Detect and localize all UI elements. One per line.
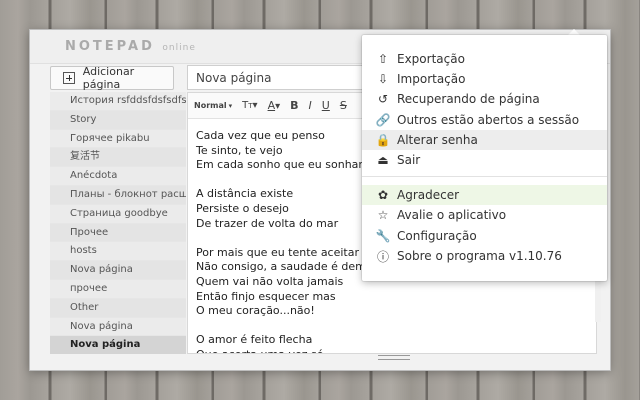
menu-item-lock[interactable]: 🔒 Alterar senha bbox=[362, 130, 607, 150]
sidebar-item[interactable]: Story bbox=[50, 110, 186, 130]
exit-icon: ⏏ bbox=[377, 153, 389, 167]
menu-item-label: Importação bbox=[397, 72, 466, 86]
sidebar-item[interactable]: История rsfddsfdsfsdfsdfsdf bbox=[50, 92, 186, 111]
menu-item-export[interactable]: ⇧ Exportação bbox=[362, 49, 607, 69]
page-title-value: Nova página bbox=[196, 70, 272, 85]
chevron-down-icon: ▾ bbox=[228, 101, 233, 110]
menu-item-label: Recuperando de página bbox=[397, 92, 540, 106]
add-page-icon bbox=[63, 72, 75, 84]
wrench-icon: 🔧 bbox=[375, 229, 391, 243]
underline-icon[interactable]: U bbox=[322, 99, 330, 112]
sidebar-item[interactable]: Горячее pikabu bbox=[50, 129, 186, 149]
logo-main-text: NOTEPAD bbox=[65, 39, 155, 54]
page-list: История rsfddsfdsfsdfsdfsdfStoryГорячее … bbox=[50, 92, 186, 354]
dropdown-menu: ⇧ Exportação ⇩ Importação ↺ Recuperando de pá… bbox=[362, 35, 607, 281]
add-page-label: Adicionar página bbox=[82, 65, 135, 91]
star-icon: ☆ bbox=[377, 208, 389, 222]
menu-separator bbox=[362, 176, 607, 177]
sidebar-item[interactable]: Anécdota bbox=[50, 167, 186, 186]
menu-item-label: Alterar senha bbox=[397, 133, 478, 147]
editor-line: O meu coração...não! bbox=[196, 304, 315, 318]
add-page-button[interactable]: Adicionar página bbox=[50, 65, 174, 91]
info-icon: ⓘ bbox=[376, 249, 389, 264]
sidebar-item[interactable]: 复活节 bbox=[50, 148, 186, 168]
menu-item-wrench[interactable]: 🔧 Configuração bbox=[362, 226, 607, 246]
sidebar-item[interactable]: Nova página bbox=[50, 336, 186, 354]
menu-item-import[interactable]: ⇩ Importação bbox=[362, 69, 607, 89]
menu-item-label: Configuração bbox=[397, 229, 477, 243]
menu-item-history[interactable]: ↺ Recuperando de página bbox=[362, 89, 607, 109]
import-icon: ⇩ bbox=[377, 72, 389, 86]
menu-item-label: Outros estão abertos a sessão bbox=[397, 113, 580, 127]
history-icon: ↺ bbox=[377, 92, 389, 106]
logo-sub-text: online bbox=[162, 43, 196, 53]
bold-icon[interactable]: B bbox=[290, 99, 298, 112]
editor-line: Que acerta uma vez só bbox=[196, 348, 416, 353]
text-color-icon[interactable]: A▾ bbox=[268, 99, 281, 112]
sidebar-item[interactable]: Планы - блокнот расширения bbox=[50, 185, 186, 205]
app-logo: NOTEPAD online bbox=[65, 39, 196, 54]
menu-item-label: Agradecer bbox=[397, 188, 460, 202]
editor-line: Então finjo esquecer mas bbox=[196, 289, 336, 303]
menu-item-label: Exportação bbox=[397, 52, 465, 66]
editor-line bbox=[196, 319, 416, 334]
format-select[interactable]: Normal ▾ bbox=[194, 101, 232, 110]
sidebar-item[interactable]: Прочее bbox=[50, 223, 186, 243]
editor-line: O amor é feito flecha bbox=[196, 333, 313, 347]
resize-handle[interactable] bbox=[378, 355, 410, 360]
donate-icon: ✿ bbox=[377, 188, 389, 202]
menu-item-donate[interactable]: ✿ Agradecer bbox=[362, 185, 607, 205]
menu-item-label: Sobre o programa v1.10.76 bbox=[397, 249, 562, 263]
font-size-icon[interactable]: TT▾ bbox=[242, 100, 257, 111]
lock-icon: 🔒 bbox=[375, 133, 391, 147]
sidebar-item[interactable]: Other bbox=[50, 298, 186, 318]
menu-item-label: Sair bbox=[397, 153, 421, 167]
sidebar-item[interactable]: Страница goodbye bbox=[50, 204, 186, 224]
sidebar-item[interactable]: Nova página bbox=[50, 261, 186, 280]
sidebar-item[interactable]: Nova página bbox=[50, 317, 186, 337]
strikethrough-icon[interactable]: S bbox=[340, 99, 347, 112]
menu-item-link[interactable]: 🔗 Outros estão abertos a sessão bbox=[362, 110, 607, 130]
menu-item-label: Avalie o aplicativo bbox=[397, 208, 507, 222]
sidebar-item[interactable]: hosts bbox=[50, 242, 186, 262]
format-select-label: Normal bbox=[194, 101, 227, 110]
link-icon: 🔗 bbox=[375, 113, 391, 127]
menu-item-star[interactable]: ☆ Avalie o aplicativo bbox=[362, 205, 607, 225]
export-icon: ⇧ bbox=[377, 52, 389, 66]
menu-item-info[interactable]: ⓘ Sobre o programa v1.10.76 bbox=[362, 246, 607, 266]
sidebar-item[interactable]: прочее bbox=[50, 279, 186, 299]
menu-item-exit[interactable]: ⏏ Sair bbox=[362, 150, 607, 170]
italic-icon[interactable]: I bbox=[309, 99, 312, 112]
